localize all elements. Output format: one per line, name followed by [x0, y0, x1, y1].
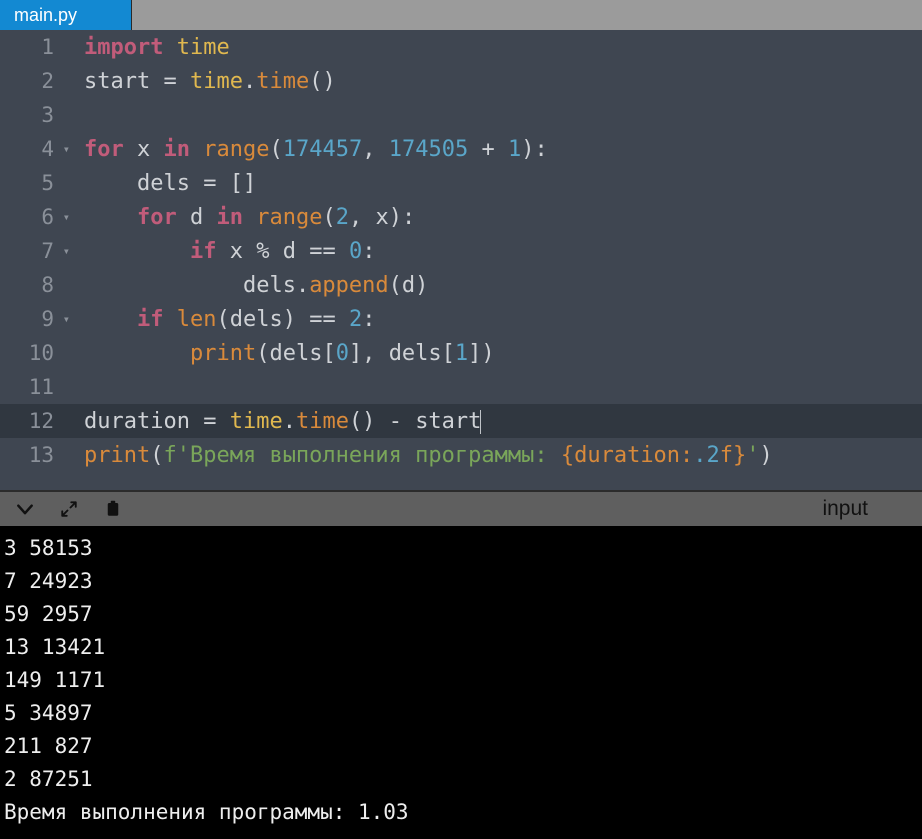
code-line[interactable]: 13print(f'Время выполнения программы: {d… [0, 438, 922, 472]
fold-toggle-icon[interactable]: ▾ [63, 244, 70, 258]
code-content[interactable]: duration = time.time() - start [72, 409, 481, 434]
code-content[interactable]: for d in range(2, x): [72, 205, 415, 230]
code-line[interactable]: 4▾for x in range(174457, 174505 + 1): [0, 132, 922, 166]
chevron-down-icon[interactable] [14, 498, 36, 520]
expand-icon[interactable] [58, 498, 80, 520]
line-number: 6▾ [0, 205, 72, 229]
line-number: 9▾ [0, 307, 72, 331]
tab-main-py[interactable]: main.py [0, 0, 132, 30]
code-content[interactable]: dels = [] [72, 171, 256, 196]
code-line[interactable]: 11 [0, 370, 922, 404]
fold-toggle-icon[interactable]: ▾ [63, 312, 70, 326]
code-line[interactable]: 9▾ if len(dels) == 2: [0, 302, 922, 336]
fold-toggle-icon[interactable]: ▾ [63, 142, 70, 156]
code-content[interactable]: if x % d == 0: [72, 239, 375, 264]
code-content[interactable]: print(dels[0], dels[1]) [72, 341, 495, 366]
code-editor[interactable]: 1import time2start = time.time()34▾for x… [0, 30, 922, 490]
code-content[interactable]: dels.append(d) [72, 273, 428, 298]
line-number: 13 [0, 443, 72, 467]
tab-bar: main.py [0, 0, 922, 30]
line-number: 10 [0, 341, 72, 365]
code-content[interactable]: for x in range(174457, 174505 + 1): [72, 137, 548, 162]
code-line[interactable]: 5 dels = [] [0, 166, 922, 200]
line-number: 1 [0, 35, 72, 59]
console-output: 3 58153 7 24923 59 2957 13 13421 149 117… [0, 526, 922, 839]
code-line[interactable]: 6▾ for d in range(2, x): [0, 200, 922, 234]
tab-label: main.py [14, 5, 77, 26]
code-content[interactable]: if len(dels) == 2: [72, 307, 375, 332]
code-line[interactable]: 7▾ if x % d == 0: [0, 234, 922, 268]
code-line[interactable]: 12duration = time.time() - start [0, 404, 922, 438]
line-number: 5 [0, 171, 72, 195]
code-line[interactable]: 8 dels.append(d) [0, 268, 922, 302]
code-content[interactable]: import time [72, 35, 230, 60]
code-line[interactable]: 10 print(dels[0], dels[1]) [0, 336, 922, 370]
clipboard-icon[interactable] [102, 498, 124, 520]
code-line[interactable]: 2start = time.time() [0, 64, 922, 98]
line-number: 3 [0, 103, 72, 127]
code-content[interactable]: start = time.time() [72, 69, 336, 94]
fold-toggle-icon[interactable]: ▾ [63, 210, 70, 224]
line-number: 2 [0, 69, 72, 93]
code-line[interactable]: 1import time [0, 30, 922, 64]
line-number: 7▾ [0, 239, 72, 263]
code-line[interactable]: 3 [0, 98, 922, 132]
input-label[interactable]: input [822, 497, 908, 521]
console-toolbar: input [0, 490, 922, 526]
line-number: 8 [0, 273, 72, 297]
line-number: 4▾ [0, 137, 72, 161]
code-content[interactable]: print(f'Время выполнения программы: {dur… [72, 443, 773, 468]
line-number: 12 [0, 409, 72, 433]
line-number: 11 [0, 375, 72, 399]
